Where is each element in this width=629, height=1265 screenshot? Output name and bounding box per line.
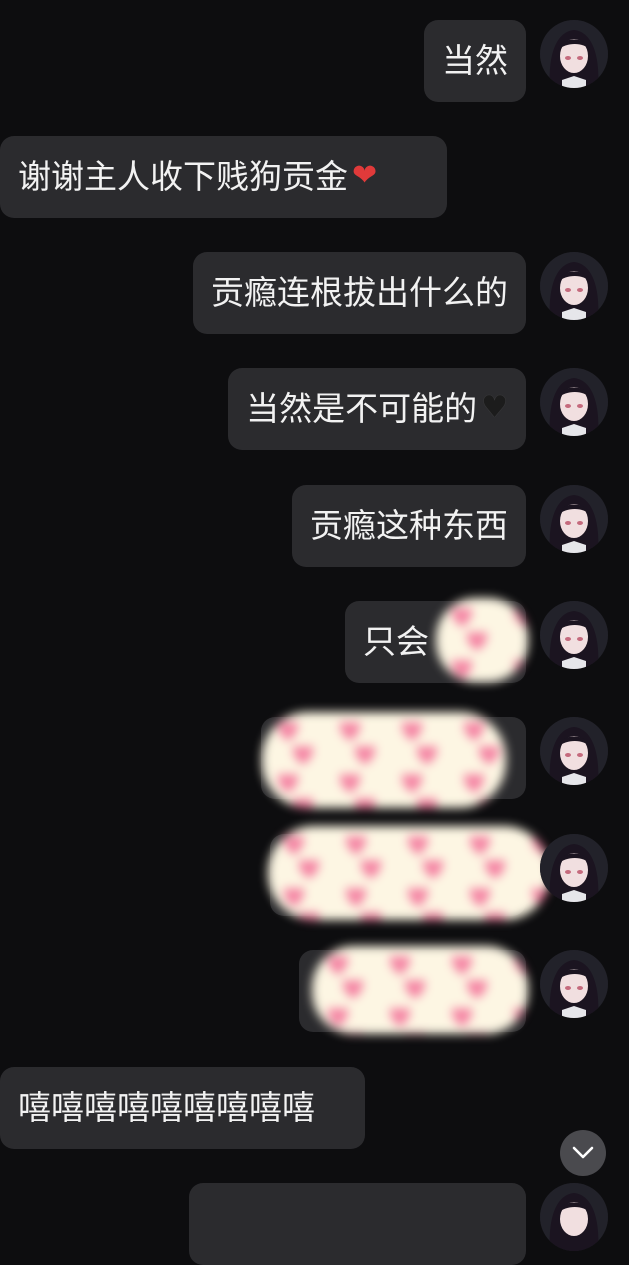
chevron-down-icon bbox=[572, 1146, 594, 1159]
avatar[interactable] bbox=[540, 20, 608, 88]
message-text: 嘻嘻嘻嘻嘻嘻嘻嘻嘻 bbox=[18, 1088, 315, 1127]
avatar[interactable] bbox=[540, 950, 608, 1018]
avatar[interactable] bbox=[540, 1183, 608, 1251]
message-text: 贡瘾这种东西 bbox=[310, 506, 508, 545]
message-bubble[interactable]: 贡瘾这种东西 bbox=[292, 485, 526, 567]
message-bubble[interactable] bbox=[189, 1183, 526, 1265]
message-text: 当然是不可能的 bbox=[246, 389, 478, 428]
redaction-sticker bbox=[268, 826, 550, 920]
avatar[interactable] bbox=[540, 485, 608, 553]
avatar[interactable] bbox=[540, 601, 608, 669]
message-text: 当然 bbox=[442, 41, 508, 80]
message-text: 谢谢主人收下贱狗贡金 bbox=[18, 157, 348, 196]
message-text: 贡瘾连根拔出什么的 bbox=[211, 273, 508, 312]
message-text: 只会 bbox=[363, 622, 429, 661]
message-bubble[interactable]: 谢谢主人收下贱狗贡金 ❤ bbox=[0, 136, 447, 218]
message-bubble[interactable]: 嘻嘻嘻嘻嘻嘻嘻嘻嘻 bbox=[0, 1067, 365, 1149]
redaction-sticker bbox=[436, 598, 528, 682]
avatar[interactable] bbox=[540, 717, 608, 785]
scroll-to-bottom-button[interactable] bbox=[560, 1130, 606, 1176]
message-bubble[interactable]: 当然是不可能的 ♥ bbox=[228, 368, 526, 450]
black-heart-icon: ♥ bbox=[481, 389, 508, 425]
redaction-sticker bbox=[312, 946, 528, 1034]
avatar[interactable] bbox=[540, 252, 608, 320]
message-bubble[interactable]: 当然 bbox=[424, 20, 526, 102]
message-bubble[interactable]: 贡瘾连根拔出什么的 bbox=[193, 252, 526, 334]
redaction-sticker bbox=[262, 712, 506, 808]
avatar[interactable] bbox=[540, 834, 608, 902]
avatar[interactable] bbox=[540, 368, 608, 436]
red-heart-icon: ❤ bbox=[352, 157, 378, 193]
